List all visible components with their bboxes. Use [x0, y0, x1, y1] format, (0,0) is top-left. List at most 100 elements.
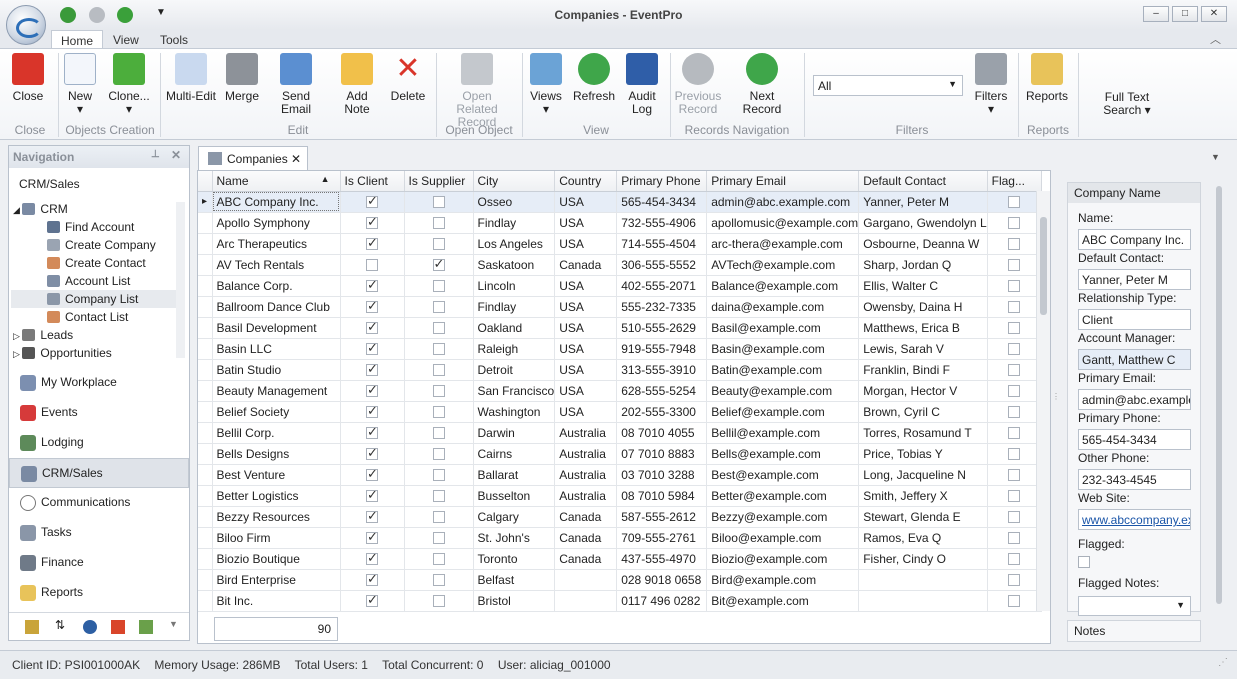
cell-city[interactable]: Washington	[473, 401, 556, 423]
checkbox[interactable]	[366, 193, 378, 209]
relationship-type-field[interactable]: Client	[1078, 309, 1191, 330]
tab-view[interactable]: View	[104, 30, 148, 49]
row-indicator[interactable]	[198, 359, 213, 381]
cell-is-supplier[interactable]	[404, 527, 474, 549]
cell-flagged[interactable]	[987, 464, 1042, 486]
cell-is-client[interactable]	[340, 380, 405, 402]
cell-primary-phone[interactable]: 07 7010 8883	[616, 443, 708, 465]
cell-primary-email[interactable]: arc-thera@example.com	[706, 233, 860, 255]
checkbox[interactable]	[432, 342, 445, 355]
checkbox[interactable]	[366, 258, 378, 271]
cell-country[interactable]: Canada	[554, 254, 618, 276]
checkbox[interactable]	[432, 468, 445, 481]
cell-country[interactable]: USA	[554, 338, 618, 360]
cell-is-supplier[interactable]	[404, 338, 474, 360]
checkbox[interactable]	[432, 447, 445, 460]
cell-city[interactable]: Los Angeles	[473, 233, 556, 255]
tree-item-create-contact[interactable]: Create Contact	[11, 254, 177, 272]
cell-primary-phone[interactable]: 587-555-2612	[616, 506, 708, 528]
checkbox[interactable]	[1008, 300, 1021, 313]
cell-is-client[interactable]	[340, 317, 405, 339]
table-row[interactable]: Basin LLC RaleighUSA919-555-7948Basin@exa…	[198, 338, 1042, 360]
cell-primary-phone[interactable]: 437-555-4970	[616, 548, 708, 570]
column-header-city[interactable]: City	[473, 171, 556, 192]
checkbox[interactable]	[1008, 279, 1021, 292]
cell-primary-phone[interactable]: 510-555-2629	[616, 317, 708, 339]
checkbox[interactable]	[366, 340, 378, 356]
row-indicator[interactable]	[198, 548, 213, 570]
cell-city[interactable]: Detroit	[473, 359, 556, 381]
cell-is-supplier[interactable]	[404, 590, 474, 612]
checkbox[interactable]	[432, 510, 445, 523]
checkbox[interactable]	[432, 552, 445, 565]
full-text-search-button[interactable]: Full Text Search ▾	[1100, 91, 1154, 117]
checkbox[interactable]	[366, 298, 378, 314]
cell-name[interactable]: Bird Enterprise	[212, 569, 341, 591]
nav-communications[interactable]: Communications	[9, 488, 189, 518]
table-row[interactable]: AV Tech Rentals SaskatoonCanada306-555-55…	[198, 254, 1042, 276]
checkbox[interactable]	[1008, 552, 1021, 565]
tab-companies[interactable]: Companies ✕	[198, 146, 308, 170]
checkbox[interactable]	[432, 279, 445, 292]
tree-item-contact-list[interactable]: Contact List	[11, 308, 177, 326]
cell-flagged[interactable]	[987, 506, 1042, 528]
cell-is-supplier[interactable]	[404, 464, 474, 486]
checkbox[interactable]	[366, 424, 378, 440]
cell-primary-email[interactable]: Basin@example.com	[706, 338, 860, 360]
cell-primary-email[interactable]: AVTech@example.com	[706, 254, 860, 276]
cell-default-contact[interactable]: Long, Jacqueline N	[858, 464, 988, 486]
cell-primary-email[interactable]: Balance@example.com	[706, 275, 860, 297]
checkbox[interactable]	[1008, 594, 1021, 607]
other-phone-field[interactable]: 232-343-4545	[1078, 469, 1191, 490]
cell-is-client[interactable]	[340, 464, 405, 486]
cell-country[interactable]: Canada	[554, 527, 618, 549]
refresh-button[interactable]: Refresh	[572, 53, 616, 103]
cell-flagged[interactable]	[987, 338, 1042, 360]
cell-city[interactable]: Ballarat	[473, 464, 556, 486]
table-row[interactable]: Bells Designs CairnsAustralia07 7010 8883…	[198, 443, 1042, 465]
cell-city[interactable]: Cairns	[473, 443, 556, 465]
tree-item-opportunities[interactable]: ▷ Opportunities	[11, 344, 177, 360]
row-indicator[interactable]	[198, 401, 213, 423]
cell-country[interactable]: Australia	[554, 443, 618, 465]
cell-is-client[interactable]	[340, 275, 405, 297]
row-indicator[interactable]	[198, 485, 213, 507]
checkbox[interactable]	[366, 235, 378, 251]
checkbox[interactable]	[1008, 195, 1021, 208]
cell-is-client[interactable]	[340, 338, 405, 360]
row-indicator[interactable]	[198, 338, 213, 360]
cell-name[interactable]: Apollo Symphony	[212, 212, 341, 234]
cell-city[interactable]: St. John's	[473, 527, 556, 549]
checkbox[interactable]	[432, 594, 445, 607]
cell-name[interactable]: Arc Therapeutics	[212, 233, 341, 255]
cell-default-contact[interactable]: Torres, Rosamund T	[858, 422, 988, 444]
cell-city[interactable]: Oakland	[473, 317, 556, 339]
multi-edit-button[interactable]: Multi-Edit	[164, 53, 218, 103]
cell-is-supplier[interactable]	[404, 233, 474, 255]
collapse-ribbon-icon[interactable]: ︿	[1210, 31, 1221, 47]
cell-name[interactable]: Batin Studio	[212, 359, 341, 381]
checkbox[interactable]	[366, 550, 378, 566]
cell-is-supplier[interactable]	[404, 485, 474, 507]
checkbox[interactable]	[366, 382, 378, 398]
cell-default-contact[interactable]: Lewis, Sarah V	[858, 338, 988, 360]
cell-name[interactable]: Balance Corp.	[212, 275, 341, 297]
flagged-checkbox[interactable]	[1078, 555, 1090, 569]
cell-primary-phone[interactable]: 628-555-5254	[616, 380, 708, 402]
cell-primary-phone[interactable]: 402-555-2071	[616, 275, 708, 297]
cell-is-client[interactable]	[340, 527, 405, 549]
cell-name[interactable]: ABC Company Inc.	[212, 191, 341, 213]
name-field[interactable]: ABC Company Inc.	[1078, 229, 1191, 250]
app-menu-orb-icon[interactable]	[6, 5, 46, 45]
cell-primary-email[interactable]: Biozio@example.com	[706, 548, 860, 570]
checkbox[interactable]	[432, 573, 445, 586]
row-indicator[interactable]	[198, 590, 213, 612]
cell-is-client[interactable]	[340, 233, 405, 255]
line-chart-icon[interactable]	[139, 620, 153, 634]
cell-name[interactable]: Bezzy Resources	[212, 506, 341, 528]
cell-flagged[interactable]	[987, 359, 1042, 381]
cell-name[interactable]: Ballroom Dance Club	[212, 296, 341, 318]
checkbox[interactable]	[1008, 426, 1021, 439]
table-row[interactable]: Bird Enterprise Belfast 028 9018 0658Bird@…	[198, 569, 1042, 591]
clone-button[interactable]: Clone... ▾	[106, 53, 152, 116]
